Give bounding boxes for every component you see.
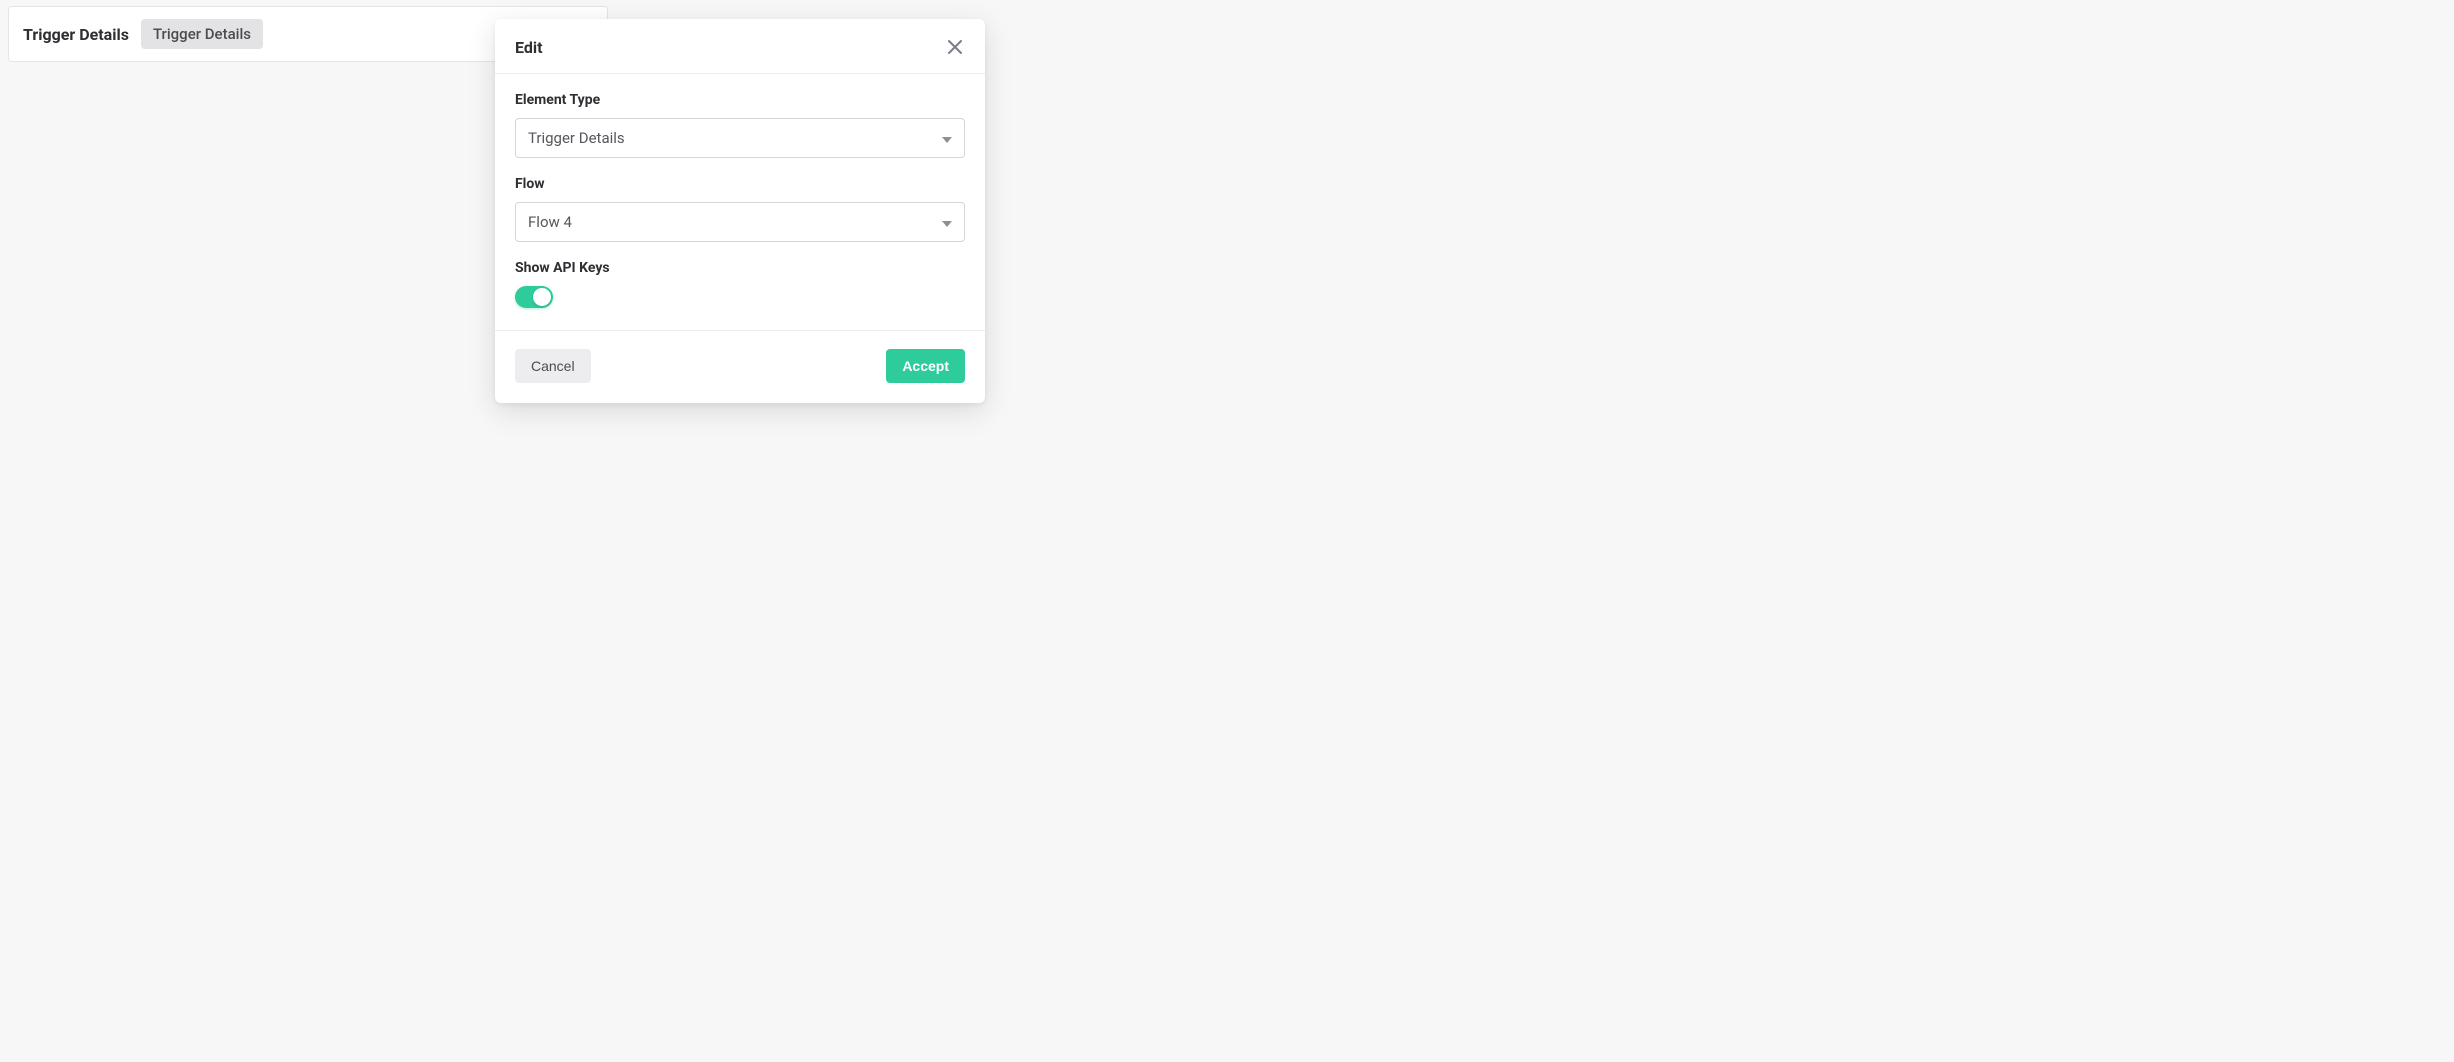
close-icon	[947, 39, 963, 55]
field-element-type: Element Type Trigger Details	[515, 92, 965, 158]
field-show-api-keys: Show API Keys	[515, 260, 965, 308]
dialog-footer: Cancel Accept	[495, 330, 985, 403]
cancel-button[interactable]: Cancel	[515, 349, 591, 383]
caret-down-icon	[942, 129, 952, 147]
close-button[interactable]	[945, 37, 965, 57]
show-api-keys-label: Show API Keys	[515, 260, 965, 276]
field-flow: Flow Flow 4	[515, 176, 965, 242]
card-title: Trigger Details	[23, 25, 129, 44]
toggle-knob	[533, 288, 551, 306]
accept-button[interactable]: Accept	[886, 349, 965, 383]
flow-select[interactable]: Flow 4	[515, 202, 965, 242]
flow-value: Flow 4	[528, 213, 572, 231]
dialog-header: Edit	[495, 19, 985, 74]
element-type-select[interactable]: Trigger Details	[515, 118, 965, 158]
show-api-keys-toggle[interactable]	[515, 286, 553, 308]
dialog-body: Element Type Trigger Details Flow Flow 4…	[495, 74, 985, 330]
element-type-label: Element Type	[515, 92, 965, 108]
flow-label: Flow	[515, 176, 965, 192]
caret-down-icon	[942, 213, 952, 231]
dialog-title: Edit	[515, 38, 543, 57]
element-type-value: Trigger Details	[528, 129, 625, 147]
card-chip[interactable]: Trigger Details	[141, 19, 263, 49]
edit-dialog: Edit Element Type Trigger Details Flow F…	[495, 19, 985, 403]
